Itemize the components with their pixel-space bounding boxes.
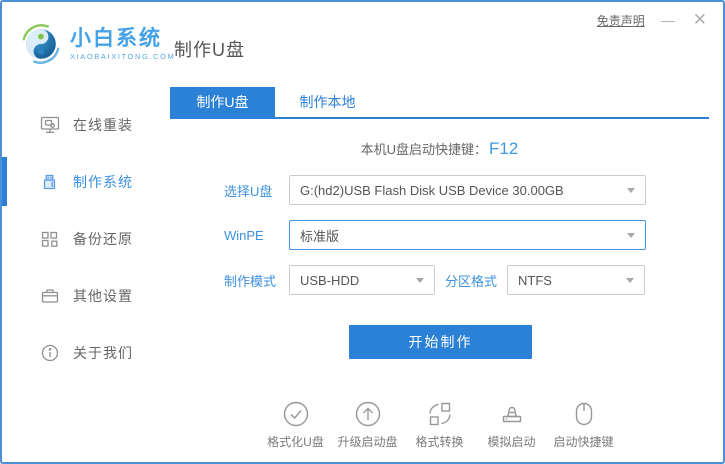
tool-upgrade-boot-disk[interactable]: 升级启动盘	[336, 399, 400, 450]
close-button[interactable]: ✕	[691, 11, 709, 28]
format-check-icon	[264, 399, 328, 429]
logo-subtitle: XIAOBAIXITONG.COM	[70, 51, 176, 61]
sidebar-item-label: 制作系统	[73, 173, 133, 190]
make-mode-label: 制作模式	[224, 273, 277, 289]
sidebar-item-backup-restore[interactable]: 备份还原	[2, 210, 170, 267]
toolbox-icon	[40, 286, 60, 306]
boot-hotkey-prefix: 本机U盘启动快捷键：	[360, 142, 488, 157]
partition-format-dropdown[interactable]: NTFS	[507, 265, 645, 295]
minimize-button[interactable]: —	[659, 13, 677, 27]
tool-label: 升级启动盘	[337, 435, 398, 449]
chevron-down-icon	[627, 232, 635, 238]
page-title: 制作U盘	[174, 40, 245, 60]
logo-swirl-icon	[20, 23, 62, 65]
make-mode-dropdown[interactable]: USB-HDD	[289, 265, 435, 295]
tab-bar: 制作U盘 制作本地	[170, 87, 709, 119]
tab-make-local[interactable]: 制作本地	[275, 87, 380, 117]
mouse-icon	[552, 399, 616, 429]
sidebar-item-label: 备份还原	[73, 230, 133, 247]
chevron-down-icon	[626, 277, 634, 283]
sidebar: 在线重装 制作系统 备份还原 其他设置 关于我们	[2, 87, 170, 462]
main-panel: 制作U盘 制作本地 本机U盘启动快捷键： F12 选择U盘 G:(hd2)USB …	[170, 87, 709, 462]
tool-label: 模拟启动	[487, 435, 536, 449]
window-controls: 免责声明 — ✕	[597, 9, 709, 31]
sidebar-item-other-settings[interactable]: 其他设置	[2, 267, 170, 324]
tool-format-convert[interactable]: 格式转换	[408, 399, 472, 450]
tab-label: 制作本地	[299, 94, 356, 110]
partition-format-label: 分区格式	[445, 273, 498, 289]
chevron-down-icon	[627, 187, 635, 193]
disclaimer-link[interactable]: 免责声明	[597, 12, 645, 29]
tab-label: 制作U盘	[196, 94, 249, 110]
app-window: 小白系统 XIAOBAIXITONG.COM 制作U盘 免责声明 — ✕ 在线重…	[0, 0, 725, 464]
form-row-mode-format: 制作模式 USB-HDD 分区格式 NTFS	[224, 265, 709, 295]
select-usb-value: G:(hd2)USB Flash Disk USB Device 30.00GB	[300, 182, 564, 198]
tab-make-usb[interactable]: 制作U盘	[170, 87, 275, 117]
tool-simulate-boot[interactable]: 模拟启动	[480, 399, 544, 450]
start-make-button[interactable]: 开始制作	[349, 325, 532, 359]
sidebar-item-label: 关于我们	[73, 344, 133, 361]
logo-title: 小白系统	[70, 26, 162, 50]
boot-hotkey-line: 本机U盘启动快捷键： F12	[170, 139, 709, 161]
sidebar-item-make-system[interactable]: 制作系统	[2, 153, 170, 210]
app-logo: 小白系统 XIAOBAIXITONG.COM	[20, 23, 175, 65]
backup-grid-icon	[40, 229, 60, 249]
tool-label: 启动快捷键	[553, 435, 614, 449]
stamp-icon	[480, 399, 544, 429]
sidebar-item-label: 其他设置	[73, 287, 133, 304]
make-mode-value: USB-HDD	[300, 272, 360, 288]
boot-hotkey-value: F12	[489, 139, 519, 158]
tool-label: 格式转换	[415, 435, 464, 449]
make-usb-form: 选择U盘 G:(hd2)USB Flash Disk USB Device 30…	[170, 175, 709, 295]
body: 在线重装 制作系统 备份还原 其他设置 关于我们 制作U盘 制作本地 本机U盘启…	[2, 87, 723, 462]
convert-icon	[408, 399, 472, 429]
logo-text: 小白系统 XIAOBAIXITONG.COM	[70, 26, 176, 61]
select-usb-dropdown[interactable]: G:(hd2)USB Flash Disk USB Device 30.00GB	[289, 175, 646, 205]
form-row-winpe: WinPE 标准版	[224, 220, 709, 250]
header: 小白系统 XIAOBAIXITONG.COM 制作U盘 免责声明 — ✕	[2, 2, 723, 87]
upgrade-arrow-icon	[336, 399, 400, 429]
tool-boot-hotkey[interactable]: 启动快捷键	[552, 399, 616, 450]
partition-format-value: NTFS	[518, 272, 552, 288]
usb-drive-icon	[40, 172, 60, 192]
tool-label: 格式化U盘	[267, 435, 324, 449]
winpe-label: WinPE	[224, 227, 264, 243]
select-usb-label: 选择U盘	[224, 183, 273, 199]
sidebar-item-label: 在线重装	[73, 116, 133, 133]
sidebar-item-online-reinstall[interactable]: 在线重装	[2, 96, 170, 153]
form-row-select-usb: 选择U盘 G:(hd2)USB Flash Disk USB Device 30…	[224, 175, 709, 205]
tool-format-usb[interactable]: 格式化U盘	[264, 399, 328, 450]
winpe-dropdown[interactable]: 标准版	[289, 220, 646, 250]
monitor-reinstall-icon	[40, 115, 60, 135]
winpe-value: 标准版	[300, 228, 340, 244]
chevron-down-icon	[416, 277, 424, 283]
tools-bar: 格式化U盘 升级启动盘 格式转换 模拟启动 启动快捷键	[170, 399, 709, 450]
info-icon	[40, 343, 60, 363]
sidebar-item-about-us[interactable]: 关于我们	[2, 324, 170, 381]
